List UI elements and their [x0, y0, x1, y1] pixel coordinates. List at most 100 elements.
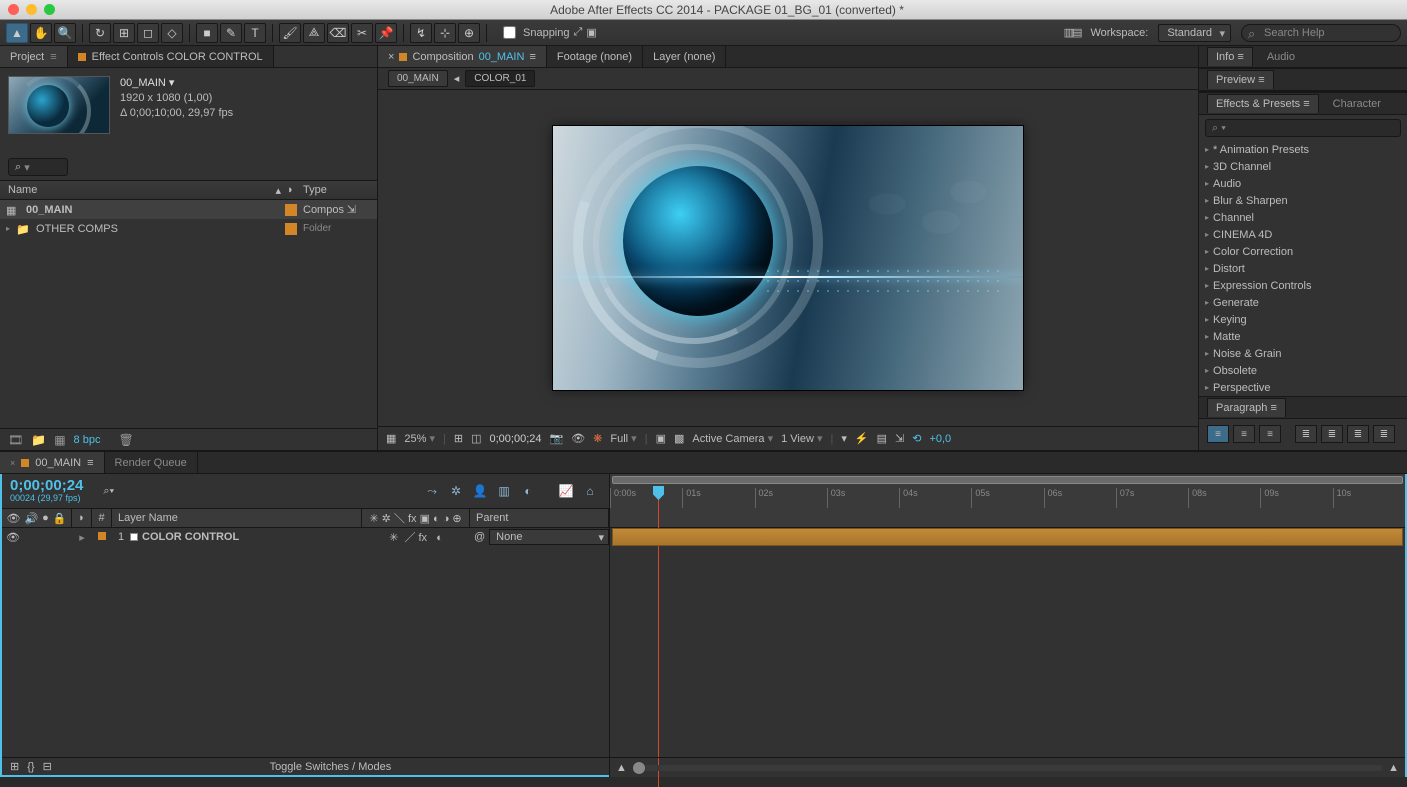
expand-transfer-icon[interactable]: ⊞	[10, 760, 19, 773]
panel-menu-icon[interactable]: ≡	[1237, 51, 1243, 63]
minimize-window-icon[interactable]	[26, 4, 37, 15]
video-col-icon[interactable]: 👁	[6, 512, 20, 525]
layer-name-col[interactable]: Layer Name	[112, 509, 362, 527]
zoom-slider[interactable]	[633, 765, 1382, 771]
effects-presets-tab[interactable]: Effects & Presets ≡	[1207, 94, 1319, 113]
panel-menu-icon[interactable]: ≡	[1270, 402, 1276, 414]
effect-category[interactable]: Expression Controls	[1199, 277, 1407, 294]
close-tab-icon[interactable]: ×	[10, 458, 15, 468]
timeline-search-icon[interactable]: ⌕▾	[103, 485, 114, 498]
brainstorm-icon[interactable]: ⌂	[581, 482, 599, 500]
col-label-icon[interactable]: ◗	[287, 184, 303, 196]
effect-category[interactable]: Color Correction	[1199, 243, 1407, 260]
world-axis-tool-icon[interactable]: ⊹	[434, 23, 456, 43]
workspace-dropdown[interactable]: Standard	[1158, 24, 1231, 42]
interpret-footage-icon[interactable]: 🎞	[8, 433, 23, 447]
channel-icon[interactable]: ❋	[593, 432, 602, 445]
project-tab[interactable]: Project ≡	[0, 46, 68, 67]
panel-menu-icon[interactable]: ≡	[87, 457, 93, 469]
effect-category[interactable]: 3D Channel	[1199, 158, 1407, 175]
work-area-bar[interactable]	[612, 476, 1403, 484]
project-search-input[interactable]: ⌕ ▾	[8, 158, 68, 176]
panel-menu-icon[interactable]: ≡	[529, 51, 535, 63]
expand-render-icon[interactable]: ⊟	[43, 760, 52, 773]
snap-bounds-icon[interactable]: ▣	[586, 26, 596, 39]
align-right-icon[interactable]: ≡	[1259, 425, 1281, 443]
zoom-dropdown[interactable]: 25%	[404, 432, 435, 445]
effect-category[interactable]: Perspective	[1199, 379, 1407, 396]
character-tab[interactable]: Character	[1325, 95, 1389, 113]
effect-category[interactable]: Channel	[1199, 209, 1407, 226]
justify-left-icon[interactable]: ≣	[1295, 425, 1317, 443]
zoom-tool-icon[interactable]: 🔍	[54, 23, 76, 43]
snapping-checkbox[interactable]	[503, 26, 516, 39]
effect-category[interactable]: Matte	[1199, 328, 1407, 345]
effect-category[interactable]: * Animation Presets	[1199, 141, 1407, 158]
item-color-swatch[interactable]	[285, 204, 297, 216]
snap-magnet-icon[interactable]: ⤢	[574, 26, 583, 39]
timecode-display[interactable]: 0;00;00;24	[10, 479, 83, 493]
zoom-window-icon[interactable]	[44, 4, 55, 15]
effect-controls-tab[interactable]: Effect Controls COLOR CONTROL	[68, 46, 274, 67]
eraser-tool-icon[interactable]: ⌫	[327, 23, 349, 43]
puppet-tool-icon[interactable]: 📌	[375, 23, 397, 43]
timeline-track-area[interactable]: 0:00s01s02s03s04s05s06s07s08s09s10s ▲ ▲	[610, 474, 1407, 777]
clone-tool-icon[interactable]: ⟁	[303, 23, 325, 43]
toggle-switches-modes-button[interactable]: Toggle Switches / Modes	[60, 761, 601, 773]
new-folder-icon[interactable]: 📁	[31, 433, 46, 447]
close-tab-icon[interactable]: ×	[388, 51, 394, 63]
layer-tab[interactable]: Layer (none)	[643, 46, 726, 67]
align-center-icon[interactable]: ≡	[1233, 425, 1255, 443]
audio-col-icon[interactable]: 🔊	[24, 512, 38, 525]
effect-category[interactable]: Distort	[1199, 260, 1407, 277]
video-toggle-icon[interactable]: 👁	[6, 531, 20, 544]
effect-category[interactable]: Noise & Grain	[1199, 345, 1407, 362]
project-item[interactable]: ▦ 00_MAIN Compos ⇲	[0, 200, 377, 219]
parent-pickwhip-icon[interactable]: @	[474, 531, 485, 543]
mask-mode-icon[interactable]: ▥▤	[1064, 26, 1081, 39]
comp-name[interactable]: 00_MAIN ▾	[120, 76, 233, 91]
composition-tab[interactable]: × Composition 00_MAIN ≡	[378, 46, 547, 67]
twirl-icon[interactable]: ▸	[79, 532, 85, 544]
trash-icon[interactable]: 🗑	[118, 433, 133, 447]
layer-switches[interactable]: ✳ ／ fx ◐	[389, 529, 443, 545]
motion-blur-icon[interactable]: ◐	[519, 482, 537, 500]
flowchart-icon[interactable]: ⇲	[347, 204, 356, 216]
lock-col-icon[interactable]: 🔒	[53, 512, 67, 525]
orbit-camera-tool-icon[interactable]: ↻	[89, 23, 111, 43]
effects-search-input[interactable]: ⌕ ▾	[1205, 119, 1401, 137]
pen-tool-icon[interactable]: ✎	[220, 23, 242, 43]
comp-thumbnail[interactable]	[8, 76, 110, 134]
justify-right-icon[interactable]: ≣	[1347, 425, 1369, 443]
comp-mini-flowchart-icon[interactable]: ⤳	[423, 482, 441, 500]
timeline-ruler[interactable]: 0:00s01s02s03s04s05s06s07s08s09s10s	[610, 474, 1405, 528]
bpc-button[interactable]: 8 bpc	[74, 434, 101, 446]
layer-name[interactable]: COLOR CONTROL	[142, 531, 239, 543]
effect-category[interactable]: Generate	[1199, 294, 1407, 311]
snapping-toggle[interactable]: Snapping ⤢ ▣	[499, 23, 597, 42]
timeline-comp-tab[interactable]: × 00_MAIN ≡	[0, 452, 105, 473]
safe-zones-icon[interactable]: ⊞	[454, 432, 463, 445]
effect-category[interactable]: CINEMA 4D	[1199, 226, 1407, 243]
reset-exposure-icon[interactable]: ⟲	[912, 432, 921, 445]
parent-dropdown[interactable]: None ▾	[489, 529, 609, 545]
effect-category[interactable]: Obsolete	[1199, 362, 1407, 379]
draft-3d-icon[interactable]: ✲	[447, 482, 465, 500]
justify-center-icon[interactable]: ≣	[1321, 425, 1343, 443]
show-snapshot-icon[interactable]: 👁	[571, 432, 585, 445]
folder-twirl-icon[interactable]: ▸	[6, 224, 10, 233]
timeline-icon[interactable]: ▤	[877, 432, 887, 445]
panel-menu-icon[interactable]: ≡	[1258, 74, 1264, 86]
effect-category[interactable]: Blur & Sharpen	[1199, 192, 1407, 209]
new-comp-icon[interactable]: ▦	[54, 433, 65, 447]
roto-brush-tool-icon[interactable]: ✂	[351, 23, 373, 43]
shy-icon[interactable]: 👤	[471, 482, 489, 500]
sort-arrow-icon[interactable]: ▴	[275, 184, 281, 197]
camera-dropdown[interactable]: Active Camera	[692, 432, 773, 445]
resolution-dropdown[interactable]: Full	[610, 432, 636, 445]
project-item[interactable]: ▸ 📁 OTHER COMPS Folder	[0, 219, 377, 238]
layer-duration-bar[interactable]	[612, 528, 1403, 546]
panel-menu-icon[interactable]: ≡	[50, 51, 56, 63]
label-col-icon[interactable]: ◗	[78, 512, 85, 524]
col-type[interactable]: Type	[303, 184, 377, 196]
